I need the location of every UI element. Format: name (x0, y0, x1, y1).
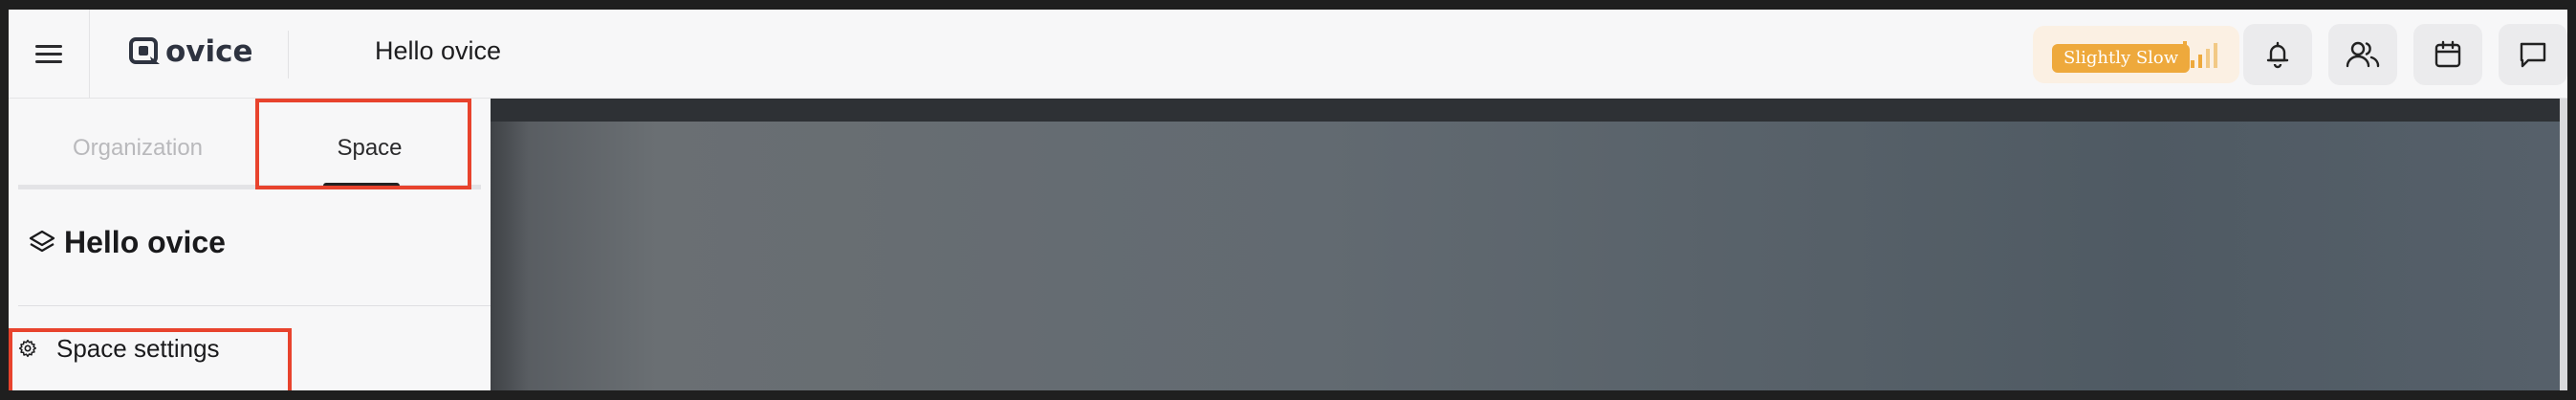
page-title: Hello ovice (375, 36, 502, 65)
calendar-icon (2434, 40, 2461, 68)
sidebar: Organization Space Hello ovice Space set… (9, 99, 491, 390)
highlight-box-space-tab (255, 99, 471, 189)
calendar-button[interactable] (2413, 24, 2482, 85)
signal-strength-icon (2183, 41, 2217, 68)
canvas-shadow (491, 122, 529, 390)
logo-text: ovice (165, 34, 253, 69)
top-bar: ovice Hello ovice Slightly Slow (9, 10, 2567, 99)
layers-icon (29, 230, 55, 252)
space-canvas[interactable] (491, 122, 2560, 390)
users-icon (2346, 41, 2380, 68)
tab-organization[interactable]: Organization (18, 120, 257, 177)
main-header-strip (491, 99, 2560, 122)
header-divider (288, 31, 289, 78)
logo-mark-icon (129, 37, 160, 64)
members-button[interactable] (2328, 24, 2397, 85)
menu-icon (35, 45, 62, 63)
ovice-logo[interactable]: ovice (129, 33, 253, 71)
bell-icon (2266, 41, 2289, 69)
space-heading: Hello ovice (28, 225, 226, 260)
app-window: ovice Hello ovice Slightly Slow Organiza… (9, 10, 2567, 390)
chat-icon (2520, 42, 2546, 68)
network-status-label: Slightly Slow (2052, 44, 2191, 73)
scrollbar[interactable] (2560, 99, 2567, 390)
notifications-button[interactable] (2243, 24, 2312, 85)
menu-button[interactable] (9, 10, 90, 98)
chat-button[interactable] (2499, 24, 2567, 85)
network-status-badge[interactable]: Slightly Slow (2033, 26, 2239, 83)
highlight-box-space-settings (9, 328, 292, 390)
space-name: Hello ovice (64, 225, 226, 259)
sidebar-divider (18, 305, 491, 306)
